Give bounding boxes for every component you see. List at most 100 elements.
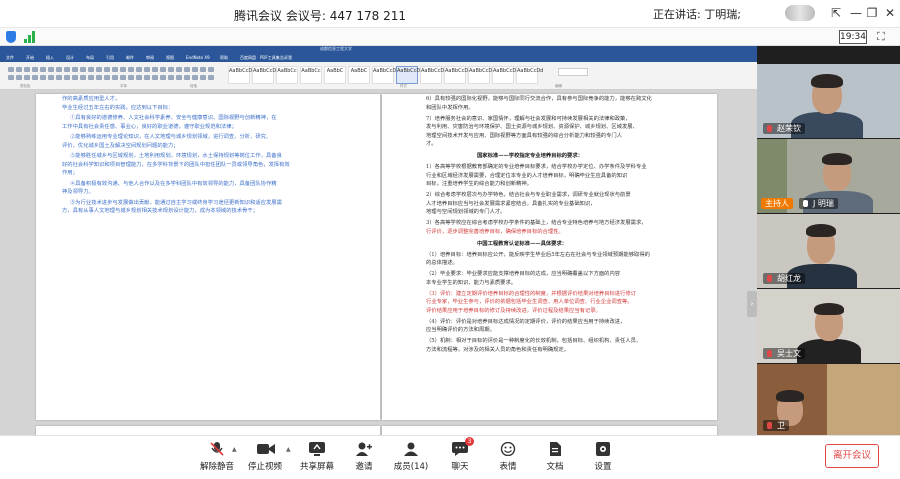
ribbon-tool-icon[interactable] — [16, 67, 22, 72]
style-preset[interactable]: AaBbCcDd — [252, 66, 279, 84]
invite-button[interactable]: 邀请 — [337, 441, 391, 477]
word-tab[interactable]: 百度网盘 — [240, 55, 256, 61]
ribbon-tool-icon[interactable] — [48, 75, 54, 80]
word-ribbon[interactable]: AaBbCcDd AaBbCcDd AaBbCc AaBbCc AaBbC AaBbC Aa… — [0, 62, 757, 90]
meeting-id[interactable]: 447 178 211 — [330, 9, 406, 23]
ribbon-tool-icon[interactable] — [136, 75, 142, 80]
ribbon-tool-icon[interactable] — [40, 75, 46, 80]
style-preset[interactable]: AaBbC — [324, 66, 346, 84]
ribbon-tool-icon[interactable] — [184, 75, 190, 80]
ribbon-tool-icon[interactable] — [208, 75, 214, 80]
ribbon-tool-icon[interactable] — [200, 75, 206, 80]
ribbon-tool-icon[interactable] — [104, 75, 110, 80]
video-tile-zhao[interactable]: 赵荣钦 — [757, 64, 900, 138]
style-preset[interactable]: AaBbCcDd — [516, 66, 543, 84]
members-button[interactable]: 成员(14) — [384, 441, 438, 477]
gallery-toggle-chevron-icon[interactable]: › — [747, 291, 757, 317]
fullscreen-icon[interactable]: ⛶ — [877, 30, 885, 44]
pin-icon[interactable]: ⇱ — [826, 4, 846, 22]
style-preset[interactable]: AaBbCcDd — [492, 66, 519, 84]
ribbon-tool-icon[interactable] — [104, 67, 110, 72]
ribbon-tool-icon[interactable] — [112, 67, 118, 72]
word-tab[interactable]: 布局 — [86, 55, 94, 61]
document-area[interactable]: 作的高素质应用型人才。 毕业生经过五年左右的实践，应达到以下目标： ①具有良好的道德… — [0, 90, 757, 435]
ribbon-tool-icon[interactable] — [208, 67, 214, 72]
word-find-field[interactable] — [558, 68, 588, 76]
ribbon-tool-icon[interactable] — [136, 67, 142, 72]
ribbon-tool-icon[interactable] — [64, 67, 70, 72]
word-ribbon-tabs[interactable]: 文件 开始 插入 设计 布局 引用 邮件 审阅 视图 EndNote X9 帮助 百度网盘 PDF工具集… — [0, 54, 757, 62]
ribbon-tool-icon[interactable] — [88, 67, 94, 72]
chat-button[interactable]: 3 聊天 — [433, 437, 487, 477]
style-preset[interactable]: AaBbC — [348, 66, 370, 84]
ribbon-tool-icon[interactable] — [72, 67, 78, 72]
word-tab[interactable]: 邮件 — [126, 55, 134, 61]
ribbon-tool-icon[interactable] — [48, 67, 54, 72]
ribbon-tool-icon[interactable] — [128, 75, 134, 80]
ribbon-tool-icon[interactable] — [176, 67, 182, 72]
document-page-left[interactable]: 作的高素质应用型人才。 毕业生经过五年左右的实践，应达到以下目标： ①具有良好的道德… — [36, 94, 380, 420]
ribbon-tool-icon[interactable] — [176, 75, 182, 80]
ribbon-tool-icon[interactable] — [120, 75, 126, 80]
shared-screen[interactable]: 成都信息工程大学 文件 开始 插入 设计 布局 引用 邮件 审阅 视图 EndNote X9 帮助 百… — [0, 46, 757, 435]
ribbon-tool-icon[interactable] — [80, 67, 86, 72]
ribbon-tool-icon[interactable] — [144, 67, 150, 72]
word-tab[interactable]: 设计 — [66, 55, 74, 61]
style-preset[interactable]: AaBbCc — [276, 66, 298, 84]
share-screen-button[interactable]: 共享屏幕 — [290, 441, 344, 477]
ribbon-tool-icon[interactable] — [8, 75, 14, 80]
ribbon-tool-icon[interactable] — [120, 67, 126, 72]
audio-options-chevron-icon[interactable]: ▲ — [232, 446, 237, 453]
leave-meeting-button[interactable]: 离开会议 — [825, 444, 879, 468]
ribbon-tool-icon[interactable] — [152, 75, 158, 80]
style-preset[interactable]: AaBbCc — [300, 66, 322, 84]
ribbon-tool-icon[interactable] — [96, 67, 102, 72]
word-tab[interactable]: 文件 — [6, 55, 14, 61]
ribbon-tool-icon[interactable] — [24, 75, 30, 80]
style-preset[interactable]: AaBbCcDd — [228, 66, 255, 84]
ribbon-tool-icon[interactable] — [32, 75, 38, 80]
video-tile-wu[interactable]: 吴士文 — [757, 289, 900, 363]
video-tile-ding[interactable]: 主持人 J 明瑞 — [757, 139, 900, 213]
word-tab[interactable]: PDF工具集 — [260, 55, 280, 61]
ribbon-tool-icon[interactable] — [128, 67, 134, 72]
ribbon-tool-icon[interactable] — [40, 67, 46, 72]
emoji-button[interactable]: 表情 — [481, 441, 535, 477]
ribbon-tool-icon[interactable] — [144, 75, 150, 80]
close-icon[interactable]: ✕ — [880, 4, 900, 22]
documents-button[interactable]: 文档 — [528, 441, 582, 477]
restore-icon[interactable]: ❐ — [862, 4, 882, 22]
ribbon-tool-icon[interactable] — [96, 75, 102, 80]
ribbon-tool-icon[interactable] — [56, 67, 62, 72]
shield-icon[interactable] — [6, 31, 16, 43]
ribbon-tool-icon[interactable] — [8, 67, 14, 72]
video-tile-wei[interactable]: 卫 — [757, 364, 900, 435]
word-tab[interactable]: 开始 — [26, 55, 34, 61]
style-preset[interactable]: AaBbCcD — [396, 66, 420, 84]
ribbon-tool-icon[interactable] — [88, 75, 94, 80]
word-tab[interactable]: 审阅 — [146, 55, 154, 61]
ribbon-tool-icon[interactable] — [112, 75, 118, 80]
ribbon-tool-icon[interactable] — [56, 75, 62, 80]
ribbon-tool-icon[interactable] — [72, 75, 78, 80]
stop-video-button[interactable]: 停止视频 — [238, 441, 292, 477]
ribbon-tool-icon[interactable] — [64, 75, 70, 80]
settings-button[interactable]: 设置 — [576, 441, 630, 477]
style-preset[interactable]: AaBbCcD — [420, 66, 444, 84]
word-tab[interactable]: 引用 — [106, 55, 114, 61]
ribbon-tool-icon[interactable] — [160, 67, 166, 72]
ribbon-tool-icon[interactable] — [32, 67, 38, 72]
style-preset[interactable]: AaBbCcDd — [468, 66, 495, 84]
ribbon-tool-icon[interactable] — [160, 75, 166, 80]
ribbon-tool-icon[interactable] — [192, 67, 198, 72]
word-tab[interactable]: 插入 — [46, 55, 54, 61]
word-tab[interactable]: 帮助 — [220, 55, 228, 61]
ribbon-tool-icon[interactable] — [80, 75, 86, 80]
word-tab[interactable]: 视图 — [166, 55, 174, 61]
ribbon-tool-icon[interactable] — [152, 67, 158, 72]
signal-icon[interactable] — [24, 31, 36, 43]
document-page-right[interactable]: 6）具有较强的国际化视野，能够与国际同行交流合作，具有参与国际竞争的能力，能够在… — [382, 94, 717, 420]
ribbon-tool-icon[interactable] — [168, 67, 174, 72]
ribbon-tool-icon[interactable] — [168, 75, 174, 80]
word-tab[interactable]: EndNote X9 — [186, 55, 210, 60]
